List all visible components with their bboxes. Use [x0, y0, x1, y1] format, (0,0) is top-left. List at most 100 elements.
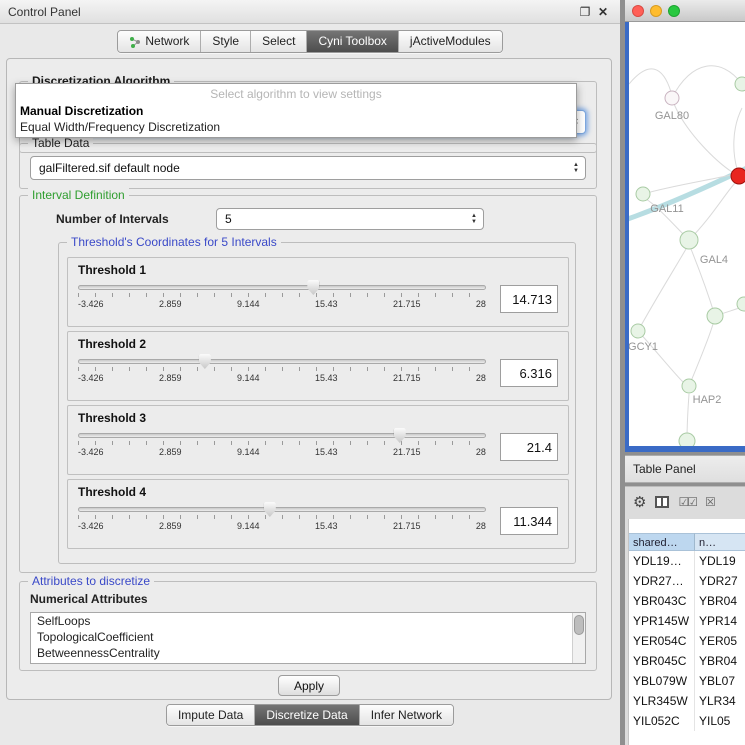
network-view-window: GAL80 GAL11 GAL4 GCY1 HAP2 [625, 0, 745, 452]
slider-track[interactable] [78, 359, 486, 364]
node-label: GAL11 [650, 203, 683, 215]
table-row[interactable]: YIL052C YIL05 [629, 711, 745, 731]
tab-style[interactable]: Style [200, 31, 250, 52]
number-of-intervals-label: Number of Intervals [56, 212, 169, 226]
cell-name: YDR27 [695, 571, 745, 591]
network-canvas[interactable]: GAL80 GAL11 GAL4 GCY1 HAP2 [629, 22, 745, 446]
threshold-4-slider[interactable]: -3.4262.8599.14415.4321.71528 [78, 507, 486, 531]
table-toolbar: ⚙ ☑☑ ☒ [625, 487, 745, 517]
slider-ticks [78, 293, 486, 297]
network-node[interactable] [682, 379, 696, 393]
node-label: GAL80 [655, 110, 689, 122]
threshold-label: Threshold 4 [78, 485, 558, 499]
numerical-attributes-list[interactable]: SelfLoops TopologicalCoefficient Between… [30, 612, 586, 664]
cell-shared-name: YLR345W [629, 691, 695, 711]
threshold-3-block: Threshold 3 -3.4262.8599.14415.4321.7152… [67, 405, 569, 475]
tab-jactivemodules[interactable]: jActiveModules [398, 31, 502, 52]
table-row[interactable]: YPR145W YPR14 [629, 611, 745, 631]
threshold-1-value-input[interactable] [500, 285, 558, 313]
tab-impute-data[interactable]: Impute Data [167, 705, 254, 725]
slider-track[interactable] [78, 285, 486, 290]
scrollbar-thumb[interactable] [574, 615, 584, 635]
tab-infer-network[interactable]: Infer Network [359, 705, 453, 725]
tab-cyni-toolbox[interactable]: Cyni Toolbox [306, 31, 397, 52]
list-item[interactable]: SelfLoops [31, 613, 585, 629]
network-node[interactable] [665, 91, 679, 105]
close-icon[interactable]: ✕ [594, 5, 612, 19]
column-header-shared-name[interactable]: shared… [629, 533, 695, 551]
network-node[interactable] [735, 77, 745, 91]
algorithm-dropdown-popup: Select algorithm to view settings Manual… [15, 83, 577, 138]
tab-label: Style [212, 31, 239, 52]
cell-name: YBL07 [695, 671, 745, 691]
threshold-1-slider[interactable]: -3.4262.8599.14415.4321.71528 [78, 285, 486, 309]
table-data-combobox[interactable]: galFiltered.sif default node ▲ ▼ [30, 156, 586, 180]
slider-track[interactable] [78, 507, 486, 512]
slider-scale: -3.4262.8599.14415.4321.71528 [78, 521, 486, 531]
apply-button[interactable]: Apply [278, 675, 340, 696]
close-traffic-light[interactable] [632, 5, 644, 17]
table-row[interactable]: YLR345W YLR34 [629, 691, 745, 711]
interval-definition-group: Interval Definition Number of Intervals … [19, 195, 597, 573]
minimize-traffic-light[interactable] [650, 5, 662, 17]
cyni-toolbox-panel: Discretization Algorithm ▲ ▼ Select algo… [6, 58, 612, 700]
table-panel-header: Table Panel [625, 455, 745, 483]
tab-select[interactable]: Select [250, 31, 306, 52]
tab-label: jActiveModules [410, 31, 491, 52]
threshold-3-slider[interactable]: -3.4262.8599.14415.4321.71528 [78, 433, 486, 457]
select-all-checkbox-icon[interactable]: ☑☑ [678, 496, 696, 508]
table-spacer [629, 519, 745, 533]
table-row[interactable]: YDR27… YDR27 [629, 571, 745, 591]
tab-network[interactable]: Network [118, 31, 200, 52]
number-of-intervals-combobox[interactable]: 5 ▲ ▼ [216, 208, 484, 230]
table-row[interactable]: YER054C YER05 [629, 631, 745, 651]
table-panel-title: Table Panel [633, 462, 696, 476]
network-node[interactable] [707, 308, 723, 324]
list-item[interactable]: TopologicalCoefficient [31, 629, 585, 645]
column-header-name[interactable]: n… [695, 533, 745, 551]
threshold-coordinates-group: Threshold's Coordinates for 5 Intervals … [58, 242, 576, 564]
network-edge [734, 108, 742, 169]
tab-label: Discretize Data [266, 705, 347, 726]
zoom-traffic-light[interactable] [668, 5, 680, 17]
cell-name: YPR14 [695, 611, 745, 631]
combo-stepper-icon: ▲ ▼ [465, 213, 483, 225]
slider-track[interactable] [78, 433, 486, 438]
cell-shared-name: YDL19… [629, 551, 695, 571]
cell-shared-name: YDR27… [629, 571, 695, 591]
threshold-2-value-input[interactable] [500, 359, 558, 387]
dropdown-option-manual[interactable]: Manual Discretization [16, 103, 576, 119]
cell-shared-name: YBL079W [629, 671, 695, 691]
tab-discretize-data[interactable]: Discretize Data [254, 705, 358, 725]
network-node[interactable] [631, 324, 645, 338]
table-row[interactable]: YDL19… YDL19 [629, 551, 745, 571]
table-row[interactable]: YBR045C YBR04 [629, 651, 745, 671]
threshold-4-value-input[interactable] [500, 507, 558, 535]
threshold-3-value-input[interactable] [500, 433, 558, 461]
threshold-2-block: Threshold 2 -3.4262.8599.14415.4321.7152… [67, 331, 569, 401]
network-node[interactable] [636, 187, 650, 201]
show-columns-icon[interactable] [655, 496, 669, 508]
threshold-label: Threshold 1 [78, 263, 558, 277]
slider-ticks [78, 367, 486, 371]
threshold-1-block: Threshold 1 -3.4262.8599.14415.4321.7152… [67, 257, 569, 327]
list-scrollbar[interactable] [572, 613, 585, 663]
network-node-selected[interactable] [731, 168, 745, 184]
tab-label: Select [262, 31, 295, 52]
network-node[interactable] [679, 433, 695, 446]
slider-ticks [78, 515, 486, 519]
cell-name: YBR04 [695, 651, 745, 671]
node-label: HAP2 [693, 394, 722, 406]
attributes-group: Attributes to discretize Numerical Attri… [19, 581, 597, 671]
float-window-icon[interactable]: ❐ [576, 5, 594, 19]
table-row[interactable]: YBL079W YBL07 [629, 671, 745, 691]
list-item[interactable]: BetweennessCentrality [31, 645, 585, 661]
table-row[interactable]: YBR043C YBR04 [629, 591, 745, 611]
clear-selection-icon[interactable]: ☒ [705, 496, 714, 508]
network-node[interactable] [680, 231, 698, 249]
dropdown-option-equal-width[interactable]: Equal Width/Frequency Discretization [16, 119, 576, 135]
slider-ticks [78, 441, 486, 445]
gear-icon[interactable]: ⚙ [633, 495, 646, 510]
threshold-2-slider[interactable]: -3.4262.8599.14415.4321.71528 [78, 359, 486, 383]
cell-name: YLR34 [695, 691, 745, 711]
